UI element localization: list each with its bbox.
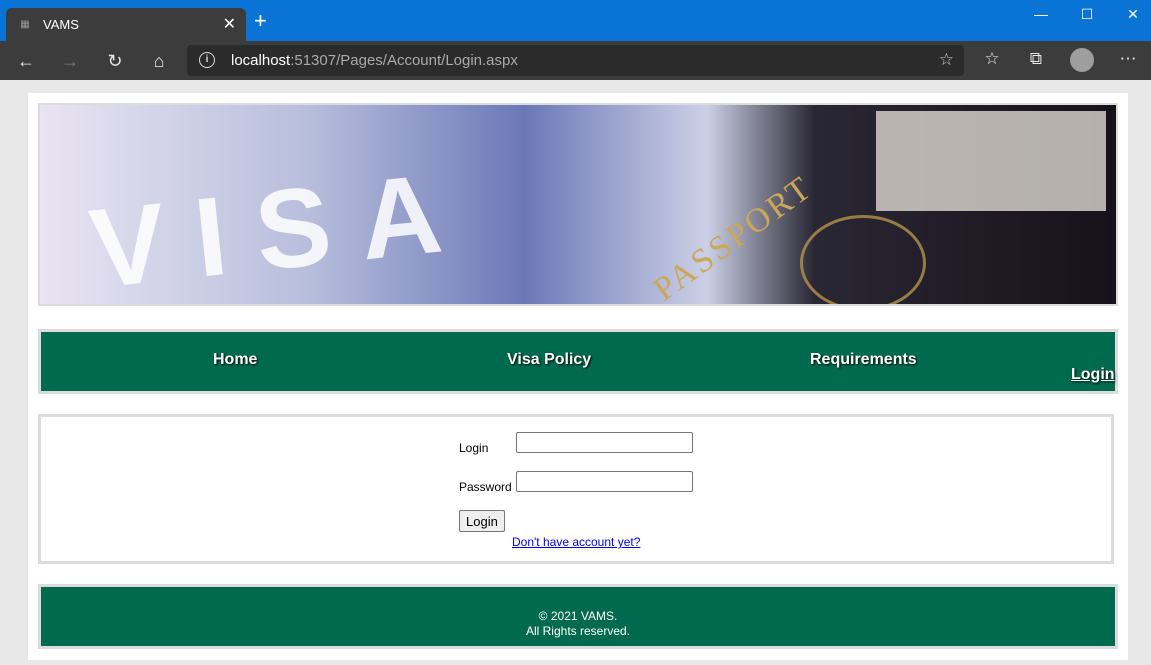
browser-tab[interactable]: ▦ VAMS ✕: [6, 8, 246, 41]
reload-icon[interactable]: ↻: [103, 49, 127, 73]
banner-eagle-seal-icon: [800, 215, 926, 304]
maximize-icon[interactable]: ☐: [1064, 6, 1110, 23]
tab-close-icon[interactable]: ✕: [223, 14, 236, 34]
address-bar[interactable]: i localhost:51307/Pages/Account/Login.as…: [187, 45, 964, 76]
login-input[interactable]: [516, 432, 693, 453]
more-icon[interactable]: ⋯: [1116, 49, 1140, 69]
site-info-icon[interactable]: i: [199, 52, 215, 68]
add-favorite-icon[interactable]: ☆: [939, 50, 954, 70]
minimize-icon[interactable]: —: [1018, 6, 1064, 22]
collections-icon[interactable]: ⧉: [1024, 49, 1048, 69]
visa-passport-banner: VISA PASSPORT: [38, 103, 1118, 306]
nav-requirements[interactable]: Requirements: [810, 351, 917, 369]
login-label: Login: [459, 441, 489, 455]
banner-visa-text: VISA: [84, 147, 477, 306]
banner-stamp: [876, 111, 1106, 211]
nav-home[interactable]: Home: [213, 351, 257, 369]
nav-visa-policy[interactable]: Visa Policy: [507, 351, 591, 369]
back-icon[interactable]: ←: [14, 49, 38, 73]
new-tab-icon[interactable]: +: [254, 10, 267, 32]
browser-titlebar: ▦ VAMS ✕ + — ☐ ✕: [0, 0, 1151, 41]
password-input[interactable]: [516, 471, 693, 492]
browser-toolbar: ← → ↻ ⌂ i localhost:51307/Pages/Account/…: [0, 41, 1151, 80]
tab-title: VAMS: [43, 17, 79, 32]
vams-favicon-icon: ▦: [20, 19, 30, 30]
home-icon[interactable]: ⌂: [147, 49, 171, 73]
forward-icon[interactable]: →: [58, 49, 82, 73]
password-label: Password: [459, 480, 512, 494]
page-container: VISA PASSPORT Home Visa Policy Requireme…: [28, 93, 1128, 660]
footer-copyright: © 2021 VAMS.: [538, 609, 618, 623]
profile-avatar-icon[interactable]: [1070, 48, 1094, 72]
footer-rights: All Rights reserved.: [525, 624, 631, 638]
login-button[interactable]: Login: [459, 510, 505, 532]
url-text[interactable]: localhost:51307/Pages/Account/Login.aspx: [231, 52, 518, 69]
nav-login[interactable]: Login: [1071, 366, 1115, 384]
register-link[interactable]: Don't have account yet?: [512, 535, 640, 549]
footer: © 2021 VAMS. All Rights reserved.: [38, 584, 1118, 649]
login-form: Login Password Login Don't have account …: [38, 414, 1114, 564]
banner-passport-text: PASSPORT: [646, 168, 820, 306]
main-nav: Home Visa Policy Requirements Login: [38, 329, 1118, 394]
favorites-icon[interactable]: ☆: [980, 49, 1004, 69]
close-window-icon[interactable]: ✕: [1110, 6, 1151, 23]
